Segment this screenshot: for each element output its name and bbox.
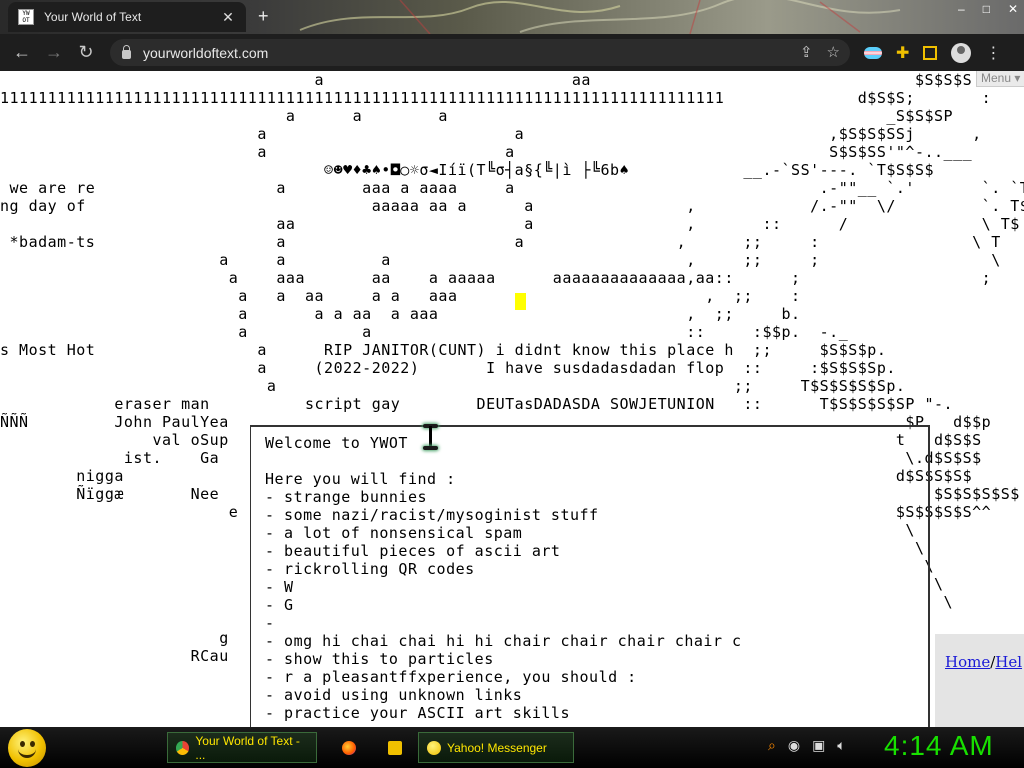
ascii-line[interactable]: a aa $S$S$S [0,71,1024,89]
ascii-line[interactable]: eraser man script gay DEUTasDADASDA SOWJ… [0,395,1024,413]
profile-avatar-icon[interactable] [951,43,972,63]
window-controls: – □ ✕ [958,2,1018,16]
close-tab-icon[interactable]: ✕ [220,9,236,26]
welcome-line[interactable]: - r a pleasantffxperience, you should : [265,668,742,686]
volume-icon[interactable]: 🔈︎ [837,737,845,754]
forward-arrow-icon[interactable]: → [38,42,70,63]
welcome-line[interactable]: - beautiful pieces of ascii art [265,542,742,560]
welcome-line[interactable]: - strange bunnies [265,488,742,506]
taskbar-item-folder[interactable] [380,732,416,763]
yahoo-messenger-smiley-icon [427,740,441,755]
maximize-button[interactable]: □ [983,2,990,16]
tab-your-world-of-text[interactable]: YW OT Your World of Text ✕ [8,2,246,32]
help-panel: Home/Hel [935,634,1024,727]
welcome-line[interactable]: - a lot of nonsensical spam [265,524,742,542]
welcome-line[interactable]: - practice your ASCII art skills [265,704,742,722]
ascii-line[interactable]: ☺☻♥♦♣♠•◘○☼σ◄Iíï(T╚σ┤a§{╚|ì ├╚6b♠ __.-`SS… [0,161,1024,179]
extensions-puzzle-icon[interactable]: ✚ [896,43,909,63]
welcome-line[interactable] [265,452,742,470]
i-beam-cursor-icon [421,424,439,450]
ascii-line[interactable]: ng day of aaaaa aa a a , /.-"" \/ `. T$S [0,197,1024,215]
ascii-line[interactable]: a a aa a a aaa , ;; : [0,287,1024,305]
tab-title: Your World of Text [44,10,142,24]
firefox-icon [342,740,356,755]
close-window-button[interactable]: ✕ [1008,2,1018,16]
ascii-line[interactable]: a aaa aa a aaaaa aaaaaaaaaaaaaa,aa:: ; ; [0,269,1024,287]
ascii-line[interactable]: aa a , :: / \ T$ [0,215,1024,233]
ascii-line[interactable]: *badam-ts a a , ;; : \ T [0,233,1024,251]
chrome-icon [176,740,190,755]
reload-icon[interactable]: ↻ [70,42,102,63]
ywot-canvas[interactable]: a aa $S$S$S 11111111111111111111111111111… [0,71,1024,727]
url-text: yourworldoftext.com [143,44,269,61]
taskbar: Your World of Text - ... Yahoo! Messenge… [0,727,1024,768]
search-icon[interactable]: ⌕ [768,737,776,754]
welcome-line[interactable]: - avoid using unknown links [265,686,742,704]
taskbar-clock[interactable]: 4:14 AM [884,730,994,762]
welcome-line[interactable]: - show this to particles [265,650,742,668]
ascii-line[interactable]: a a a , ;; ; \ [0,251,1024,269]
home-link[interactable]: Home [945,653,990,671]
minimize-button[interactable]: – [958,2,965,16]
taskbar-item-label: Yahoo! Messenger [447,740,547,755]
new-tab-button[interactable]: + [258,6,269,27]
ascii-line[interactable]: a a a _S$S$SP [0,107,1024,125]
ascii-line[interactable]: s Most Hot a RIP JANITOR(CUNT) i didnt k… [0,341,1024,359]
ascii-line[interactable]: we are re a aaa a aaaa a .-""__ `.' `. `… [0,179,1024,197]
welcome-line[interactable]: - some nazi/racist/mysoginist stuff [265,506,742,524]
welcome-line[interactable]: - G [265,596,742,614]
ywot-favicon: YW OT [18,9,34,25]
welcome-line[interactable]: - W [265,578,742,596]
lock-icon[interactable] [122,44,131,59]
taskbar-item-yahoo-messenger[interactable]: Yahoo! Messenger [418,732,574,763]
ascii-line[interactable]: 1111111111111111111111111111111111111111… [0,89,1024,107]
bookmark-star-icon[interactable]: ☆ [827,43,840,61]
ascii-line[interactable]: a ;; T$S$S$S$Sp. [0,377,1024,395]
network-icon[interactable]: ▣ [812,737,825,754]
welcome-line[interactable]: Here you will find : [265,470,742,488]
address-bar[interactable]: yourworldoftext.com ⇪ ☆ [110,39,850,66]
welcome-line[interactable]: - [265,614,742,632]
taskbar-item-label: Your World of Text - ... [195,733,300,762]
back-arrow-icon[interactable]: ← [6,42,38,63]
tray-status-icon[interactable]: ◉ [788,737,800,754]
welcome-line[interactable]: - rickrolling QR codes [265,560,742,578]
browser-tabstrip: YW OT Your World of Text ✕ + – □ ✕ [0,0,1024,34]
side-panel-icon[interactable] [923,46,938,60]
system-tray: ⌕ ◉ ▣ 🔈︎ [768,737,846,754]
ascii-line[interactable]: a a :: :$$p. -._ [0,323,1024,341]
welcome-text-block[interactable]: Welcome to YWOT Here you will find :- str… [265,434,742,722]
share-icon[interactable]: ⇪ [800,43,813,61]
ascii-line[interactable]: a (2022-2022) I have susdadasdadan flop … [0,359,1024,377]
ascii-line[interactable]: a a ,$S$S$SSj , [0,125,1024,143]
ascii-line[interactable]: a a a aa a aaa , ;; b. [0,305,1024,323]
folder-icon [388,740,402,755]
browser-toolbar: ← → ↻ yourworldoftext.com ⇪ ☆ ✚ ⋮ [0,34,1024,71]
help-link[interactable]: Hel [995,653,1022,671]
trans-flag-extension-icon[interactable] [864,47,882,59]
taskbar-item-firefox[interactable] [334,732,370,763]
welcome-line[interactable]: - omg hi chai chai hi hi chair chair cha… [265,632,742,650]
welcome-line[interactable]: Welcome to YWOT [265,434,742,452]
menu-button[interactable]: Menu ▾ [976,71,1024,87]
ascii-line[interactable]: a a S$S$SS'"^-..___ [0,143,1024,161]
start-button-smiley-icon[interactable] [8,729,46,767]
taskbar-item-chrome[interactable]: Your World of Text - ... [167,732,317,763]
more-menu-icon[interactable]: ⋮ [985,43,1001,63]
